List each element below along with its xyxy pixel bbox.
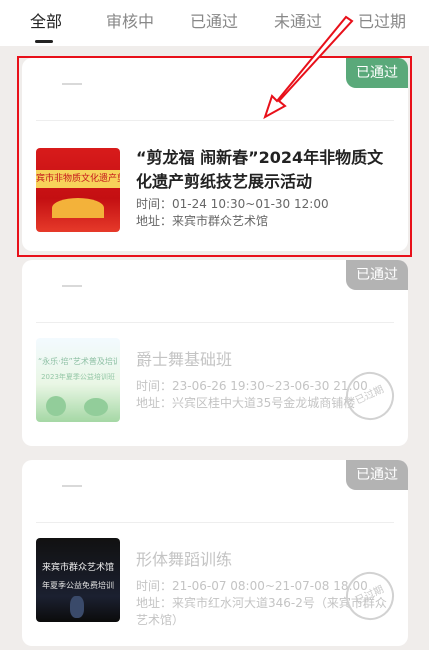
annotation-arrow-icon <box>263 15 354 120</box>
